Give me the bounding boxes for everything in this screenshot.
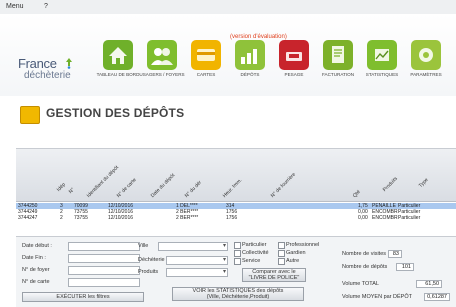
menu-bar: Menu ? [0, 0, 456, 15]
cell: Particulier [398, 215, 421, 221]
menu-item[interactable]: Menu [6, 3, 24, 10]
cell: 12/10/2016 [108, 215, 134, 221]
nav-statistics[interactable]: STATISTIQUES [362, 40, 402, 84]
service-label: Service [242, 258, 261, 264]
nav-weighing[interactable]: PESAGE [274, 40, 314, 84]
button-label: (Ville, Déchèterie,Produit) [206, 294, 270, 300]
nav-label: FACTURATION [321, 72, 355, 77]
column-header[interactable]: Heur. Imm. [222, 177, 244, 199]
nav-invoicing[interactable]: FACTURATION [318, 40, 358, 84]
button-label: "LIVRE DE POLICE" [248, 275, 300, 281]
household-label: N° de foyer [22, 267, 50, 273]
stats-icon [367, 40, 397, 70]
particulier-checkbox[interactable] [234, 242, 241, 249]
deposits-count-label: Nombre de dépôts [342, 264, 388, 270]
home-icon [103, 40, 133, 70]
column-header[interactable]: N° de carte [116, 177, 138, 199]
cards-icon [191, 40, 221, 70]
view-stats-button[interactable]: VOIR les STATISTIQUES des dépôts (Ville,… [172, 287, 304, 301]
cell: 0,00 [358, 215, 368, 221]
nav-label: DÉPÔTS [240, 72, 260, 77]
table-row[interactable]: 3744247 2 73755 12/10/2016 2 BER**** 175… [16, 215, 456, 221]
decheterie-select[interactable] [166, 256, 228, 265]
card-input[interactable] [68, 278, 140, 287]
visits-label: Nombre de visites [342, 251, 387, 257]
service-checkbox[interactable] [234, 258, 241, 265]
page-title: GESTION DES DÉPÔTS [46, 106, 185, 120]
logo-subtext: déchèterie [24, 70, 71, 81]
volume-total-value: 61,50 [416, 280, 442, 288]
nav-dashboard[interactable]: TABLEAU DE BORD [97, 40, 139, 84]
city-label: Ville [138, 243, 149, 249]
menu-extra[interactable]: ? [44, 3, 48, 10]
autre-label: Autre [286, 258, 300, 264]
decheterie-label: Déchèterie [138, 257, 165, 263]
date-start-label: Date début : [22, 243, 52, 249]
collectivite-checkbox[interactable] [234, 250, 241, 257]
collectivite-label: Collectivité [242, 250, 269, 256]
products-label: Produits [138, 269, 159, 275]
column-header[interactable]: N° de fourrière [270, 172, 297, 199]
nav-label: PESAGE [284, 72, 304, 77]
recycle-icon [66, 58, 72, 69]
nav-users[interactable]: USAGERS / FOYERS [139, 40, 185, 84]
cell: 3744247 [18, 215, 38, 221]
deposits-table[interactable]: Idép N° Identifiant du dépôt N° de carte… [16, 148, 456, 227]
cell: ENCOMBR [372, 215, 398, 221]
deposits-count-value: 101 [396, 263, 414, 271]
column-header[interactable]: Idép [56, 182, 67, 193]
volume-avg-label: Volume MOYEN par DÉPÔT [342, 294, 412, 300]
household-input[interactable] [68, 266, 140, 275]
page-title-row: GESTION DES DÉPÔTS [20, 104, 320, 126]
nav-settings[interactable]: PARAMÈTRES [406, 40, 446, 84]
date-end-label: Date Fin : [22, 255, 46, 261]
compare-police-button[interactable]: Comparer avec le "LIVRE DE POLICE" [242, 268, 306, 282]
city-select[interactable] [158, 242, 228, 251]
date-start-input[interactable] [68, 242, 140, 251]
column-header[interactable]: Date du dépôt [150, 173, 176, 199]
date-end-input[interactable] [68, 254, 140, 263]
column-header[interactable]: Produits [382, 176, 399, 193]
users-icon [147, 40, 177, 70]
deposits-icon [235, 40, 265, 70]
nav-deposits[interactable]: DÉPÔTS [230, 40, 270, 84]
invoice-icon [323, 40, 353, 70]
gardien-checkbox[interactable] [278, 250, 285, 257]
logo-text: France [18, 56, 57, 71]
nav-label: TABLEAU DE BORD [96, 72, 140, 77]
app-logo: France déchèterie [18, 56, 82, 90]
nav-label: USAGERS / FOYERS [139, 72, 185, 77]
autre-checkbox[interactable] [278, 258, 285, 265]
volume-avg-value: 0,61287 [424, 293, 450, 301]
cell: 2 BER**** [176, 215, 199, 221]
execute-filters-button[interactable]: EXÉCUTER les filtres [22, 292, 144, 302]
nav-label: STATISTIQUES [365, 72, 399, 77]
cell: 2 [60, 215, 63, 221]
professionnel-checkbox[interactable] [278, 242, 285, 249]
column-header[interactable]: N° [68, 187, 76, 195]
cell: 1756 [226, 215, 238, 221]
column-header[interactable]: Type [418, 177, 430, 189]
column-header[interactable]: Qté [352, 189, 362, 199]
nav-label: PARAMÈTRES [410, 72, 442, 77]
professionnel-label: Professionnel [286, 242, 320, 248]
products-select[interactable] [166, 268, 228, 277]
card-label: N° de carte [22, 279, 50, 285]
nav-label: CARTES [196, 72, 216, 77]
particulier-label: Particulier [242, 242, 267, 248]
filter-panel: Date début : Date Fin : N° de foyer N° d… [16, 236, 456, 307]
weighing-icon [279, 40, 309, 70]
cell: 73755 [74, 215, 88, 221]
volume-total-label: Volume TOTAL [342, 281, 379, 287]
app-header: France déchèterie (version d'évaluation)… [0, 14, 456, 96]
gardien-label: Gardien [286, 250, 306, 256]
settings-icon [411, 40, 441, 70]
table-header: Idép N° Identifiant du dépôt N° de carte… [16, 149, 456, 202]
visits-value: 83 [388, 250, 402, 258]
column-header[interactable]: N° du dér [184, 180, 203, 199]
nav-cards[interactable]: CARTES [186, 40, 226, 84]
deposits-title-icon [20, 106, 40, 124]
